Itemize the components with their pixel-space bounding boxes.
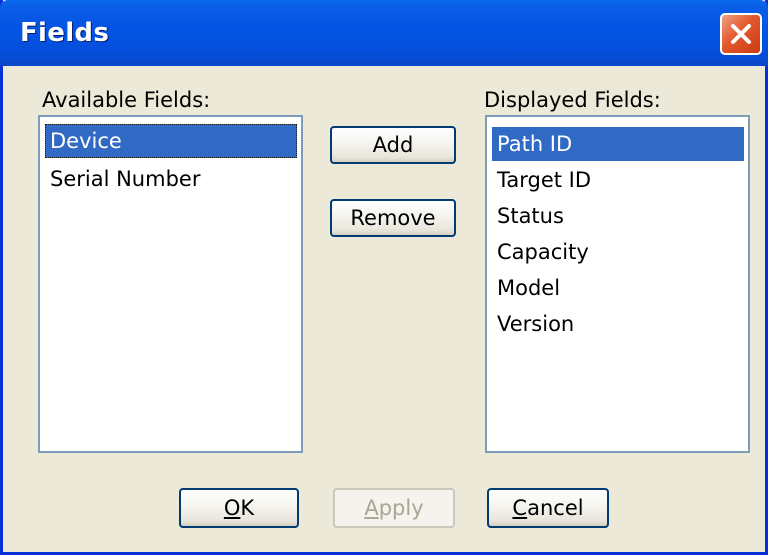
add-button[interactable]: Add bbox=[330, 126, 456, 164]
displayed-field-item-target-id[interactable]: Target ID bbox=[492, 163, 744, 197]
available-fields-label: Available Fields: bbox=[42, 88, 211, 112]
cancel-button[interactable]: Cancel bbox=[487, 488, 609, 528]
apply-label-rest: pply bbox=[378, 496, 424, 520]
available-field-item-serial-number[interactable]: Serial Number bbox=[45, 162, 297, 196]
title-bar[interactable]: Fields bbox=[0, 0, 768, 66]
available-fields-list[interactable]: Device Serial Number bbox=[38, 115, 303, 453]
close-button[interactable] bbox=[720, 13, 762, 55]
displayed-fields-list[interactable]: Path ID Target ID Status Capacity Model … bbox=[485, 115, 750, 453]
displayed-field-item-path-id[interactable]: Path ID bbox=[492, 127, 744, 161]
ok-label-rest: K bbox=[240, 496, 255, 520]
apply-button[interactable]: Apply bbox=[333, 488, 455, 528]
available-field-item-device[interactable]: Device bbox=[45, 124, 297, 158]
cancel-mnemonic: C bbox=[512, 496, 528, 520]
apply-mnemonic: A bbox=[364, 496, 379, 520]
displayed-field-item-model[interactable]: Model bbox=[492, 271, 744, 305]
window-title: Fields bbox=[20, 18, 110, 48]
displayed-field-item-status[interactable]: Status bbox=[492, 199, 744, 233]
close-icon bbox=[731, 24, 751, 44]
displayed-fields-label: Displayed Fields: bbox=[484, 88, 661, 112]
displayed-field-item-capacity[interactable]: Capacity bbox=[492, 235, 744, 269]
ok-mnemonic: O bbox=[223, 496, 241, 520]
remove-button[interactable]: Remove bbox=[330, 199, 456, 237]
ok-button[interactable]: OK bbox=[179, 488, 299, 528]
cancel-label-rest: ancel bbox=[527, 496, 584, 520]
displayed-field-item-version[interactable]: Version bbox=[492, 307, 744, 341]
